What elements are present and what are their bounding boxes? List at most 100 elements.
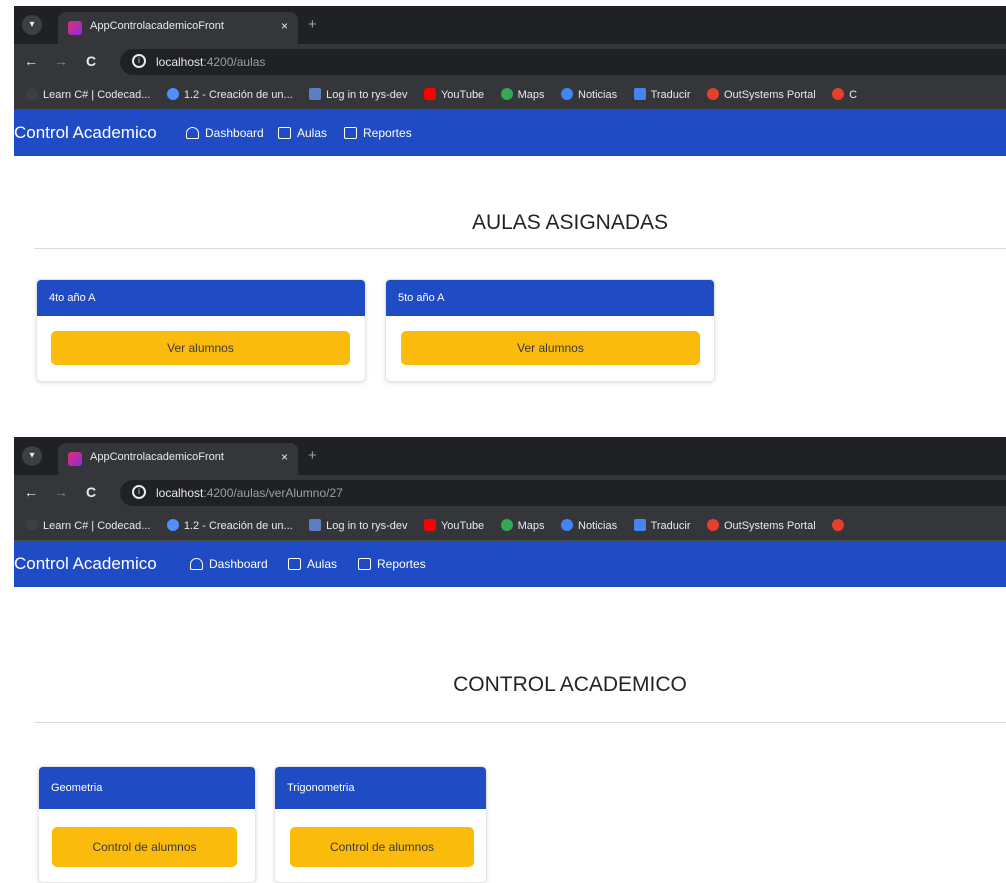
bookmark-youtube[interactable]: YouTube [423, 88, 485, 101]
dashboard-icon [186, 127, 199, 139]
browser-tab[interactable]: AppControlacademicoFront × [58, 12, 298, 44]
nav-dashboard[interactable]: Dashboard [186, 126, 264, 140]
bookmarks-bar: Learn C# | Codecad... 1.2 - Creación de … [14, 511, 1006, 541]
nav-reportes-label: Reportes [363, 126, 412, 140]
bookmark-c[interactable]: C [832, 88, 857, 101]
card-header: Geometria [39, 767, 255, 809]
nav-dashboard-label: Dashboard [209, 557, 268, 571]
tab-search-icon[interactable]: ▾ [22, 15, 42, 35]
outsystems-icon [832, 88, 845, 100]
browser-tab[interactable]: AppControlacademicoFront × [58, 443, 298, 475]
reload-icon[interactable]: C [86, 53, 96, 69]
close-tab-icon[interactable]: × [281, 450, 288, 464]
report-icon [358, 558, 371, 570]
new-tab-icon[interactable]: + [308, 447, 317, 464]
bookmark-label: Traducir [650, 520, 691, 532]
nav-dashboard[interactable]: Dashboard [190, 557, 268, 571]
forward-arrow-icon[interactable]: → [54, 53, 68, 69]
translate-icon [633, 88, 646, 100]
aula-card: 4to año A Ver alumnos [36, 279, 366, 382]
app-navbar: Control Academico Dashboard Aulas Report… [14, 541, 1006, 587]
page-title: AULAS ASIGNADAS [471, 211, 669, 234]
url-path: :4200/aulas/verAlumno/27 [203, 486, 343, 500]
bookmark-label: Learn C# | Codecad... [43, 520, 151, 532]
divider [34, 248, 1006, 249]
site-info-icon[interactable]: i [132, 485, 146, 499]
url-input[interactable]: i localhost:4200/aulas [120, 49, 1006, 75]
bookmark-traducir[interactable]: Traducir [633, 519, 691, 532]
outsystems-icon [706, 519, 719, 531]
bookmark-label: Noticias [578, 520, 618, 532]
nav-aulas[interactable]: Aulas [288, 557, 337, 571]
card-header: 4to año A [37, 280, 365, 316]
card-header: 5to año A [386, 280, 714, 316]
url-host: localhost [156, 486, 204, 500]
url-input[interactable]: i localhost:4200/aulas/verAlumno/27 [120, 480, 1006, 506]
bookmark-overflow[interactable] [832, 519, 849, 532]
bookmark-creacion[interactable]: 1.2 - Creación de un... [166, 88, 293, 101]
tab-search-icon[interactable]: ▾ [22, 446, 42, 466]
control-alumnos-button[interactable]: Control de alumnos [290, 827, 474, 867]
browser-tab-bar: ▾ AppControlacademicoFront × + [14, 437, 1006, 475]
bookmark-outsystems[interactable]: OutSystems Portal [706, 88, 816, 101]
url-path: :4200/aulas [203, 55, 266, 69]
youtube-icon [423, 88, 436, 100]
bookmark-icon [26, 519, 38, 531]
nav-dashboard-label: Dashboard [205, 126, 264, 140]
building-icon [288, 558, 301, 570]
bookmark-label: OutSystems Portal [723, 520, 816, 532]
dashboard-icon [190, 558, 203, 570]
navbar-brand[interactable]: Control Academico [14, 123, 157, 143]
new-tab-icon[interactable]: + [308, 16, 317, 33]
bookmark-rys-dev[interactable]: Log in to rys-dev [309, 519, 408, 532]
app-navbar: Control Academico Dashboard Aulas Report… [14, 110, 1006, 156]
forward-arrow-icon[interactable]: → [54, 484, 68, 500]
nav-reportes[interactable]: Reportes [344, 126, 412, 140]
ver-alumnos-button[interactable]: Ver alumnos [401, 331, 700, 365]
bookmarks-bar: Learn C# | Codecad... 1.2 - Creación de … [14, 80, 1006, 110]
bookmark-icon [309, 88, 322, 100]
address-bar: ← → C i localhost:4200/aulas [14, 44, 1006, 80]
navbar-brand[interactable]: Control Academico [14, 554, 157, 574]
bookmark-label: YouTube [440, 89, 485, 101]
nav-reportes[interactable]: Reportes [358, 557, 426, 571]
nav-aulas[interactable]: Aulas [278, 126, 327, 140]
reload-icon[interactable]: C [86, 484, 96, 500]
materia-card: Geometria Control de alumnos [38, 766, 256, 883]
outsystems-icon [706, 88, 719, 100]
app-favicon-icon [68, 21, 82, 35]
address-bar: ← → C i localhost:4200/aulas/verAlumno/2… [14, 475, 1006, 511]
bookmark-label: 1.2 - Creación de un... [183, 89, 293, 101]
bookmark-label: Traducir [650, 89, 691, 101]
back-arrow-icon[interactable]: ← [24, 53, 38, 69]
site-info-icon[interactable]: i [132, 54, 146, 68]
bookmark-rys-dev[interactable]: Log in to rys-dev [309, 88, 408, 101]
url-text: localhost:4200/aulas [156, 55, 265, 69]
screenshot-aulas: ▾ AppControlacademicoFront × + ← → C i l… [14, 6, 1006, 390]
bookmark-label: OutSystems Portal [723, 89, 816, 101]
nav-aulas-label: Aulas [307, 557, 338, 571]
control-alumnos-button[interactable]: Control de alumnos [52, 827, 237, 867]
bookmark-learn-csharp[interactable]: Learn C# | Codecad... [26, 519, 150, 532]
bookmark-youtube[interactable]: YouTube [423, 519, 484, 532]
bookmark-maps[interactable]: Maps [500, 88, 545, 101]
bookmark-label: 1.2 - Creación de un... [183, 520, 293, 532]
close-tab-icon[interactable]: × [281, 19, 288, 33]
bookmark-outsystems[interactable]: OutSystems Portal [706, 519, 816, 532]
divider [34, 722, 1006, 723]
bookmark-maps[interactable]: Maps [500, 519, 545, 532]
bookmark-traducir[interactable]: Traducir [633, 88, 691, 101]
bookmark-creacion[interactable]: 1.2 - Creación de un... [166, 519, 293, 532]
news-icon [561, 519, 573, 531]
bookmark-noticias[interactable]: Noticias [561, 519, 617, 532]
maps-icon [500, 88, 513, 100]
nav-aulas-label: Aulas [297, 126, 328, 140]
bookmark-learn-csharp[interactable]: Learn C# | Codecad... [26, 88, 150, 101]
bookmark-noticias[interactable]: Noticias [561, 88, 617, 101]
back-arrow-icon[interactable]: ← [24, 484, 38, 500]
youtube-icon [423, 519, 436, 531]
ver-alumnos-button[interactable]: Ver alumnos [51, 331, 350, 365]
bookmark-label: Noticias [578, 89, 618, 101]
materia-card: Trigonometria Control de alumnos [274, 766, 487, 883]
aula-card: 5to año A Ver alumnos [385, 279, 715, 382]
